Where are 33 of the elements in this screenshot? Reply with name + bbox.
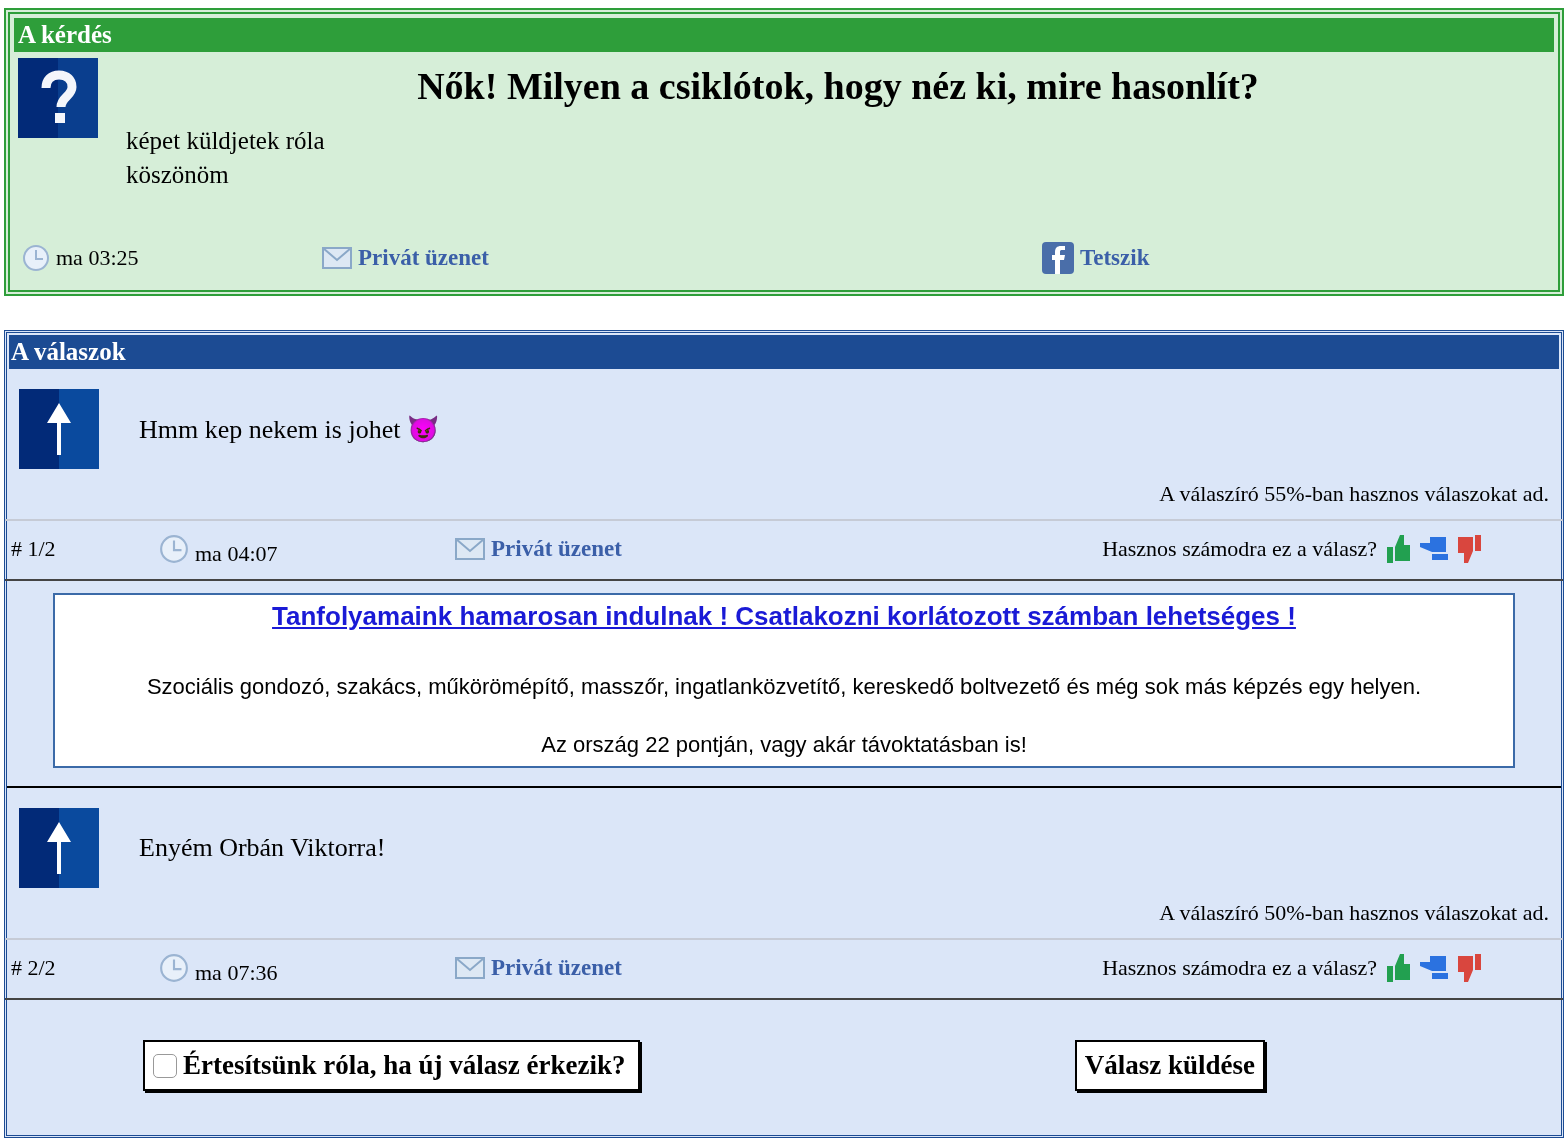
send-answer-button[interactable]: Válasz küldése [1074,1040,1265,1091]
envelope-icon [322,247,352,269]
answer-text: Enyém Orbán Viktorra! [139,833,386,863]
useful-question: Hasznos számodra ez a válasz? [1102,536,1377,562]
notify-checkbox[interactable]: Értesítsünk róla, ha új válasz érkezik? [143,1040,640,1091]
answer-text: Hmm kep nekem is johet 😈 [139,413,439,445]
answerer-rating: A válaszíró 55%-ban hasznos válaszokat ad. [1158,480,1550,508]
question-text: képet küldjetek róla [126,126,326,156]
question-header: A kérdés [14,18,1554,52]
clock-icon [159,534,189,564]
ad-text: Az ország 22 pontján, vagy akár távoktatásban is! [540,732,1028,758]
question-text: köszönöm [126,160,230,190]
question-mark-icon [18,58,98,138]
answer-number: # 2/2 [11,955,57,981]
ad-text: Szociális gondozó, szakács, műkörömépítő, masszőr, ingatlanközvetítő, kereskedő boltvezető és még sok más képzés egy helyen. [145,674,1423,700]
useful-question: Hasznos számodra ez a válasz? [1102,955,1377,981]
question-time: ma 03:25 [56,245,139,271]
facebook-icon [1042,242,1074,274]
answer-time: ma 07:36 [195,960,278,986]
clock-icon [159,953,189,983]
clock-icon [22,244,50,272]
envelope-icon [455,538,485,560]
ad-title-link[interactable]: Tanfolyamaink hamarosan indulnak ! Csatlakozni korlátozott számban lehetséges ! [75,601,1493,632]
answerer-rating: A válaszíró 50%-ban hasznos válaszokat ad. [1158,899,1550,927]
answer-number: # 1/2 [11,536,57,562]
envelope-icon [455,957,485,979]
answers-header: A válaszok [9,335,1559,369]
private-message-link[interactable]: Privát üzenet [491,955,622,981]
answer-time: ma 04:07 [195,541,278,567]
private-message-link[interactable]: Privát üzenet [491,536,622,562]
private-message-link[interactable]: Privát üzenet [358,245,489,271]
like-link[interactable]: Tetszik [1080,245,1150,271]
question-title: Nők! Milyen a csiklótok, hogy néz ki, mire hasonlít? [416,64,1260,108]
